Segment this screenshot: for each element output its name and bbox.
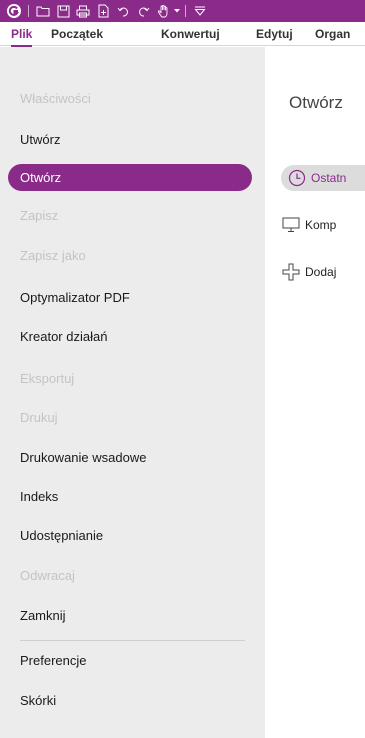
save-icon[interactable] <box>53 0 73 22</box>
tab-organizuj[interactable]: Organ <box>315 27 350 41</box>
open-folder-icon[interactable] <box>33 0 53 22</box>
sidebar-item-otworz[interactable]: Otwórz <box>8 164 252 191</box>
location-computer[interactable]: Komp <box>281 212 336 238</box>
sidebar-item-udostepnianie[interactable]: Udostępnianie <box>8 522 252 549</box>
tab-plik[interactable]: Plik <box>11 27 33 47</box>
sidebar-item-optymalizator-pdf[interactable]: Optymalizator PDF <box>8 284 252 311</box>
location-add-place[interactable]: Dodaj <box>281 259 336 285</box>
tab-konwertuj[interactable]: Konwertuj <box>161 27 220 41</box>
sidebar-item-indeks[interactable]: Indeks <box>8 483 252 510</box>
add-place-icon <box>281 262 301 282</box>
quick-access-toolbar <box>0 0 365 22</box>
sidebar-item-wlasciwosci[interactable]: Właściwości <box>8 85 252 112</box>
tab-poczatek[interactable]: Początek <box>51 27 103 41</box>
sidebar-divider <box>20 640 245 641</box>
hand-tool-icon[interactable] <box>153 0 173 22</box>
new-document-icon[interactable] <box>93 0 113 22</box>
toolbar-separator <box>28 5 29 17</box>
customize-toolbar-icon[interactable] <box>190 0 210 22</box>
redo-icon[interactable] <box>133 0 153 22</box>
sidebar-item-utworz[interactable]: Utwórz <box>8 126 252 153</box>
open-panel: Otwórz Ostatn Komp Dodaj <box>265 47 365 738</box>
sidebar-item-zapisz-jako[interactable]: Zapisz jako <box>8 242 252 269</box>
file-menu-sidebar: Właściwości Utwórz Otwórz Zapisz Zapisz … <box>0 47 265 738</box>
computer-icon <box>281 215 301 235</box>
sidebar-item-kreator-dzialan[interactable]: Kreator działań <box>8 323 252 350</box>
location-label: Dodaj <box>305 265 337 279</box>
sidebar-item-drukuj[interactable]: Drukuj <box>8 404 252 431</box>
clock-icon <box>287 168 307 188</box>
ribbon-tabs: Plik Początek Konwertuj Edytuj Organ <box>0 22 365 47</box>
toolbar-separator <box>185 5 186 17</box>
sidebar-item-zamknij[interactable]: Zamknij <box>8 602 252 629</box>
sidebar-item-eksportuj[interactable]: Eksportuj <box>8 365 252 392</box>
undo-icon[interactable] <box>113 0 133 22</box>
sidebar-item-skorki[interactable]: Skórki <box>8 687 252 714</box>
print-icon[interactable] <box>73 0 93 22</box>
page-title: Otwórz <box>289 93 343 112</box>
sidebar-item-odwracaj[interactable]: Odwracaj <box>8 562 252 589</box>
tab-edytuj[interactable]: Edytuj <box>256 27 293 41</box>
sidebar-item-drukowanie-wsadowe[interactable]: Drukowanie wsadowe <box>8 444 252 471</box>
dropdown-arrow-icon[interactable] <box>173 0 181 22</box>
sidebar-item-preferencje[interactable]: Preferencje <box>8 647 252 674</box>
app-logo-icon[interactable] <box>4 0 24 22</box>
location-label: Komp <box>305 218 337 232</box>
location-label: Ostatn <box>311 171 347 185</box>
sidebar-item-zapisz[interactable]: Zapisz <box>8 202 252 229</box>
location-recent[interactable]: Ostatn <box>281 165 365 191</box>
